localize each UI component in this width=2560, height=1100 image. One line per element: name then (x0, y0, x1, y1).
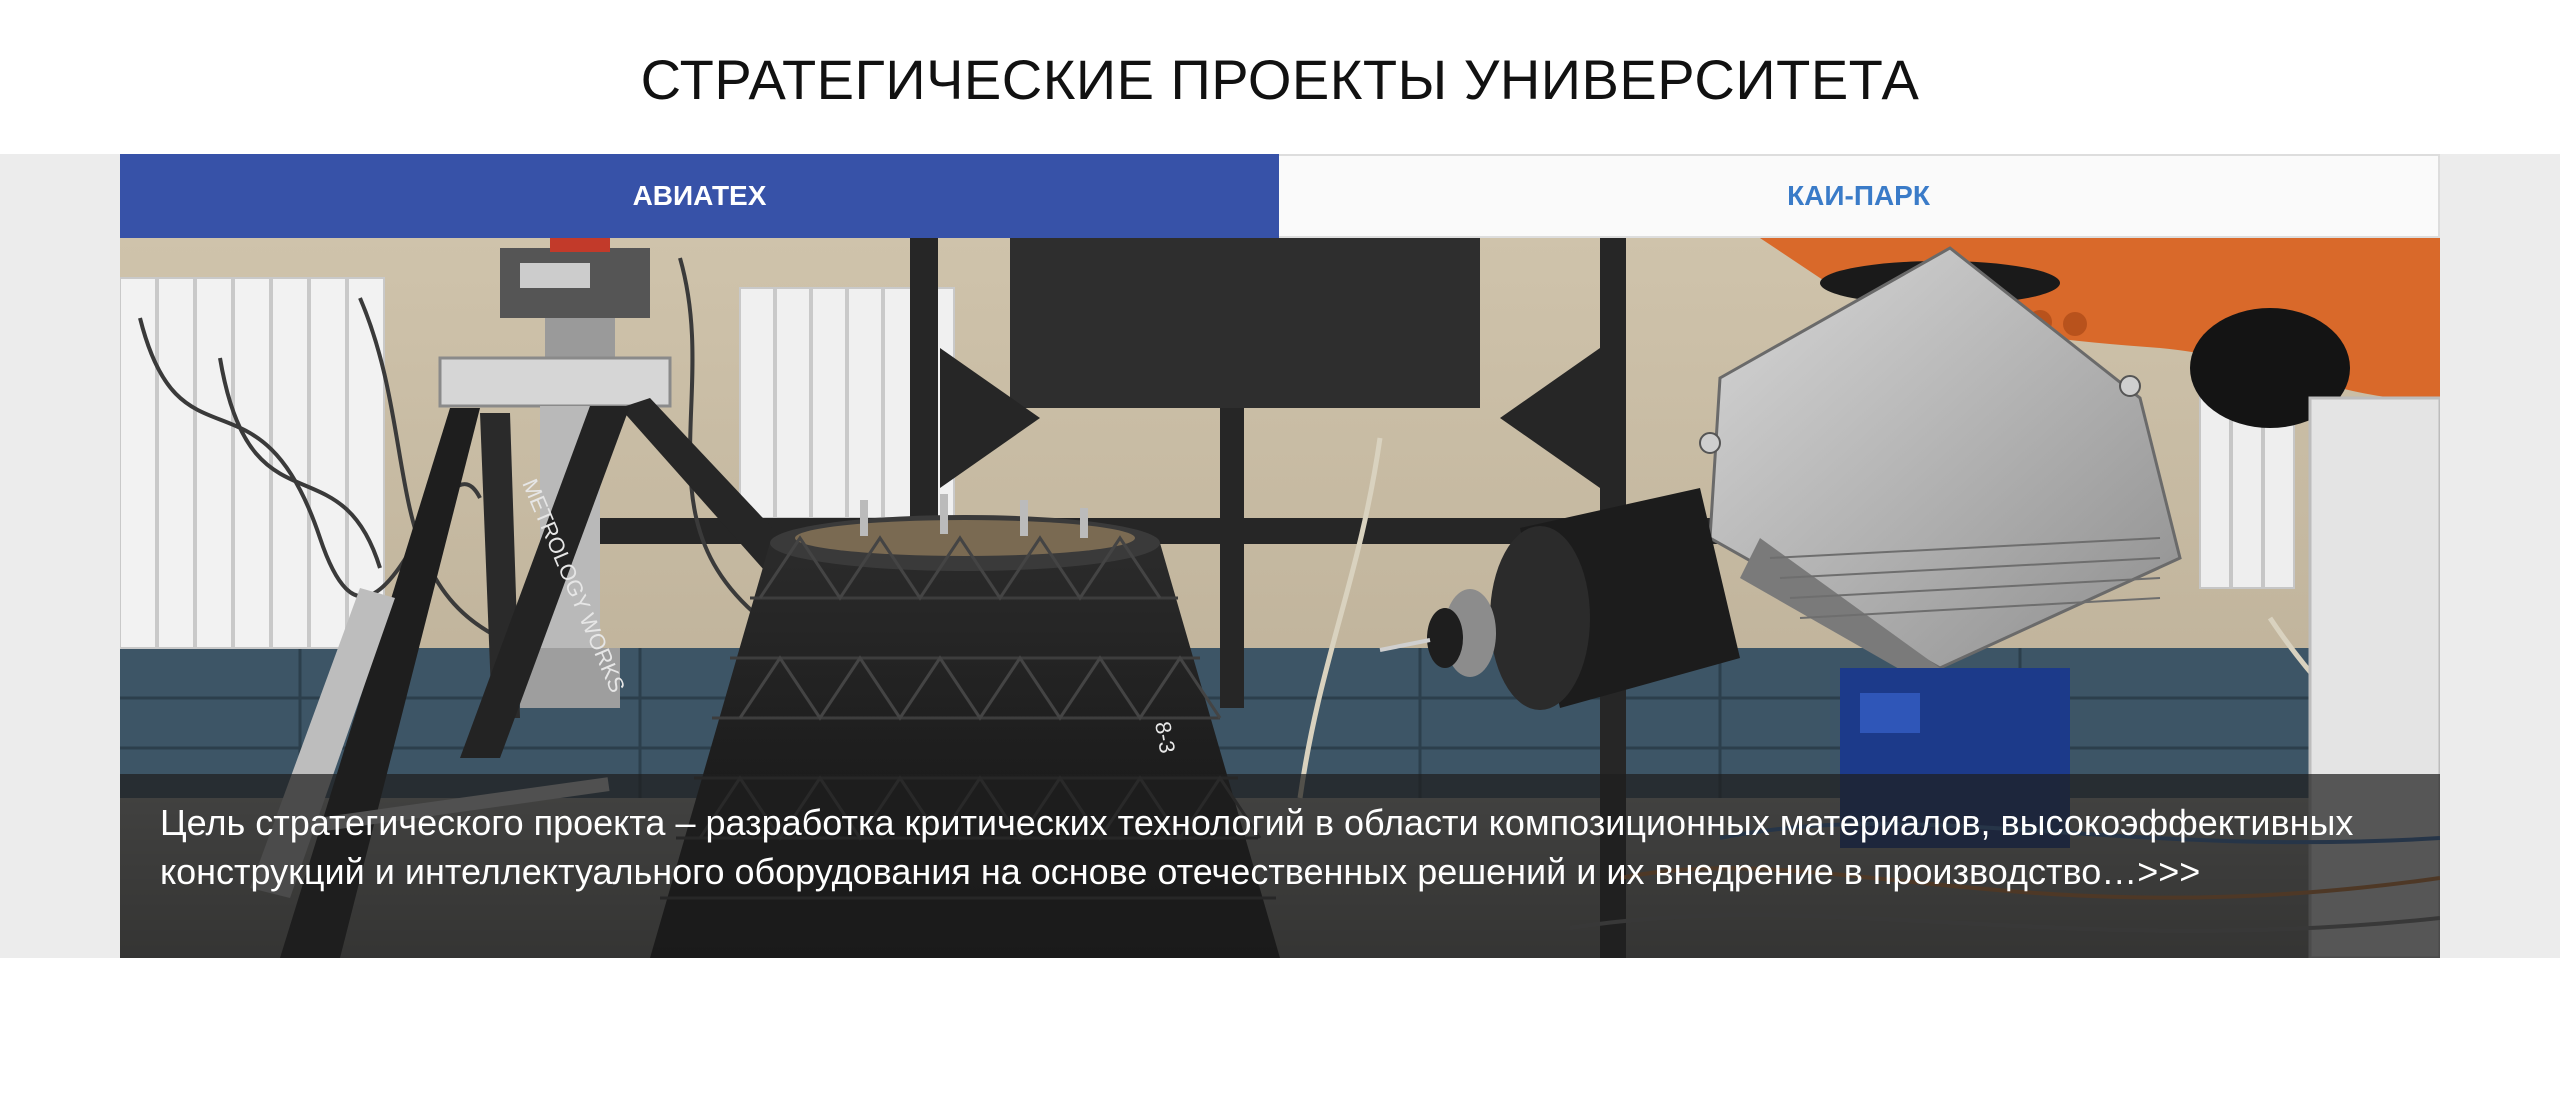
slide-caption[interactable]: Цель стратегического проекта – разработк… (120, 774, 2440, 958)
project-tabs: АВИАТЕХ КАИ-ПАРК (120, 154, 2440, 238)
page-title: СТРАТЕГИЧЕСКИЕ ПРОЕКТЫ УНИВЕРСИТЕТА (640, 48, 1920, 111)
tab-kai-park[interactable]: КАИ-ПАРК (1279, 154, 2440, 238)
project-slide[interactable]: METROLOGY WORKS 8-3 Цель стратегического… (120, 238, 2440, 958)
tab-aviatech[interactable]: АВИАТЕХ (120, 154, 1279, 238)
